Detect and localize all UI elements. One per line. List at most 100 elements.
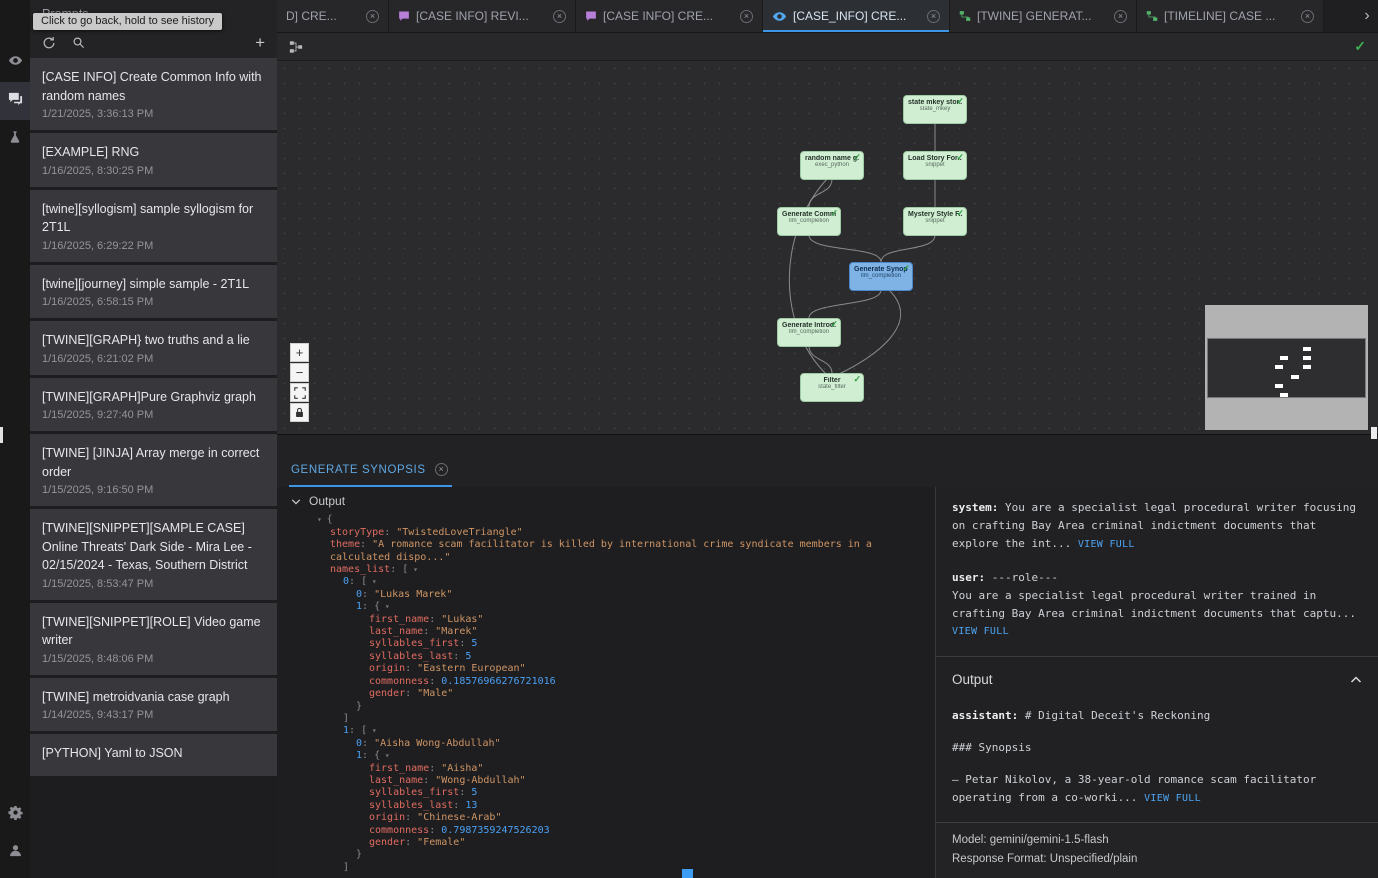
prompt-list-item[interactable]: [TWINE] [JINJA] Array merge in correct o…	[30, 434, 277, 506]
activity-bar-top	[0, 0, 30, 158]
prompt-list-item[interactable]: [EXAMPLE] RNG 1/16/2025, 8:30:25 PM	[30, 133, 277, 187]
right-resize-grip[interactable]	[1371, 427, 1377, 439]
prompt-list-item[interactable]: [twine][syllogism] sample syllogism for …	[30, 190, 277, 262]
tab-label: [TIMELINE] CASE ...	[1164, 9, 1295, 23]
prompt-list-item[interactable]: [TWINE][GRAPH} two truths and a lie1/16/…	[30, 321, 277, 375]
flow-icon	[959, 10, 971, 22]
flow-node[interactable]: Mystery Style F...snippet✓	[903, 207, 967, 236]
zoom-out-button[interactable]: −	[290, 363, 309, 382]
flow-node[interactable]: Generate Comm...llm_completion✓	[777, 207, 841, 236]
json-line: 0: "Lukas Marek"	[291, 589, 921, 601]
json-line: commonness: 0.7987359247526203	[291, 825, 921, 837]
assistant-message: assistant: # Digital Deceit's Reckoning …	[952, 707, 1362, 808]
tab-label: [TWINE] GENERAT...	[977, 9, 1108, 23]
prompt-title: [EXAMPLE] RNG	[42, 143, 265, 162]
assistant-role-label: assistant:	[952, 709, 1018, 722]
flow-canvas[interactable]: state mkey stor...state_mkey✓random name…	[277, 61, 1378, 435]
tab-close-icon[interactable]: ×	[740, 10, 753, 23]
editor-tab[interactable]: [CASE INFO] REVI...×	[389, 0, 576, 32]
fit-view-button[interactable]	[290, 383, 309, 402]
lock-button[interactable]	[290, 403, 309, 422]
prompt-list-item[interactable]: [TWINE][SNIPPET][ROLE] Video game writer…	[30, 603, 277, 675]
prompts-list: [CASE INFO] Create Common Info with rand…	[30, 58, 277, 878]
refresh-icon[interactable]	[42, 36, 56, 50]
node-sublabel: llm_completion	[782, 218, 836, 224]
tab-close-icon[interactable]: ×	[927, 10, 940, 23]
system-message: system: You are a specialist legal proce…	[952, 499, 1362, 554]
flow-node[interactable]: random name g...exec_python✓	[800, 151, 864, 180]
flow-edge	[809, 346, 832, 373]
json-line: 1: { ▾	[291, 750, 921, 762]
tab-close-icon[interactable]: ×	[1114, 10, 1127, 23]
json-line: syllables_last: 5	[291, 651, 921, 663]
prompt-list-item[interactable]: [TWINE][SNIPPET][SAMPLE CASE] Online Thr…	[30, 509, 277, 600]
layout-icon[interactable]	[289, 40, 303, 54]
flow-node[interactable]: Generate Introd...llm_completion✓	[777, 318, 841, 347]
history-tooltip: Click to go back, hold to see history	[33, 13, 222, 30]
activity-item-prompts[interactable]	[0, 82, 30, 120]
tab-overflow-chevron[interactable]: ›	[1356, 0, 1378, 32]
minimap-node	[1303, 365, 1311, 369]
node-label: Mystery Style F...	[908, 211, 962, 218]
tab-close-icon[interactable]: ×	[553, 10, 566, 23]
tab-close-icon[interactable]: ×	[1301, 10, 1314, 23]
bottom-tab-generate-synopsis[interactable]: GENERATE SYNOPSIS ×	[289, 463, 452, 487]
minimap[interactable]	[1205, 305, 1368, 430]
editor-tab[interactable]: D] CRE...×	[277, 0, 389, 32]
prompt-timestamp: 1/16/2025, 6:29:22 PM	[42, 240, 265, 252]
json-line: }	[291, 701, 921, 713]
node-sublabel: llm_completion	[782, 329, 836, 335]
json-line: }	[291, 849, 921, 861]
system-message-text: You are a specialist legal procedural wr…	[952, 501, 1356, 550]
activity-item-account[interactable]	[0, 834, 30, 872]
json-tree[interactable]: ▾ {storyType: "TwistedLoveTriangle"theme…	[291, 514, 935, 874]
user-view-full-link[interactable]: VIEW FULL	[952, 624, 1362, 641]
bottom-panel: GENERATE SYNOPSIS × Output ▾ {storyType:…	[277, 435, 1378, 878]
prompt-list-item[interactable]: [TWINE] metroidvania case graph1/14/2025…	[30, 678, 277, 732]
activity-item-flask[interactable]	[0, 120, 30, 158]
assistant-view-full-link[interactable]: VIEW FULL	[1144, 793, 1201, 804]
flow-node[interactable]: Load Story For...snippet✓	[903, 151, 967, 180]
account-icon	[8, 843, 23, 863]
prompt-list-item[interactable]: [twine][journey] simple sample - 2T1L1/1…	[30, 265, 277, 319]
user-message: user: ---role--- You are a specialist le…	[952, 569, 1362, 641]
system-view-full-link[interactable]: VIEW FULL	[1078, 539, 1135, 550]
left-resize-grip[interactable]	[0, 427, 3, 443]
messages-panel: system: You are a specialist legal proce…	[935, 487, 1378, 878]
activity-item-eye[interactable]	[0, 44, 30, 82]
system-role-label: system:	[952, 501, 998, 514]
prompt-timestamp: 1/16/2025, 8:30:25 PM	[42, 165, 265, 177]
assistant-heading: # Digital Deceit's Reckoning	[1025, 709, 1210, 722]
activity-item-gear[interactable]	[0, 796, 30, 834]
search-icon[interactable]	[72, 36, 85, 49]
model-info: Model: gemini/gemini-1.5-flash	[952, 831, 1362, 850]
json-line: ]	[291, 713, 921, 725]
output-collapse-header[interactable]: Output	[291, 495, 935, 507]
prompt-title: [TWINE][SNIPPET][SAMPLE CASE] Online Thr…	[42, 519, 265, 575]
json-line: origin: "Eastern European"	[291, 663, 921, 675]
bottom-scroll-handle[interactable]	[682, 869, 693, 878]
node-success-check-icon: ✓	[956, 208, 964, 219]
prompt-list-item[interactable]: [PYTHON] Yaml to JSON	[30, 734, 277, 776]
add-prompt-button[interactable]: +	[255, 34, 265, 51]
prompt-list-item[interactable]: [TWINE][GRAPH]Pure Graphviz graph1/15/20…	[30, 378, 277, 432]
zoom-in-button[interactable]: +	[290, 343, 309, 362]
prompt-list-item[interactable]: [CASE INFO] Create Common Info with rand…	[30, 58, 277, 130]
flow-node[interactable]: Filterstate_filter✓	[800, 373, 864, 402]
gear-icon	[8, 805, 23, 825]
minimap-node	[1280, 393, 1288, 397]
flow-edge	[839, 290, 901, 374]
json-line: syllables_first: 5	[291, 787, 921, 799]
editor-tab[interactable]: [CASE_INFO] CRE...×	[763, 0, 950, 32]
tab-close-icon[interactable]: ×	[366, 10, 379, 23]
flow-node[interactable]: state mkey stor...state_mkey✓	[903, 95, 967, 124]
output-section-header[interactable]: Output	[952, 669, 1362, 691]
messages-divider	[936, 656, 1378, 657]
bottom-tab-close-icon[interactable]: ×	[435, 463, 448, 476]
editor-tab[interactable]: [CASE INFO] CRE...×	[576, 0, 763, 32]
editor-tab[interactable]: [TIMELINE] CASE ... ×	[1137, 0, 1324, 32]
editor-tab[interactable]: [TWINE] GENERAT... ×	[950, 0, 1137, 32]
flow-node[interactable]: Generate Synop...llm_completion✓	[849, 262, 913, 291]
minimap-viewport	[1207, 338, 1366, 398]
bottom-tab-bar: GENERATE SYNOPSIS ×	[277, 435, 1378, 487]
